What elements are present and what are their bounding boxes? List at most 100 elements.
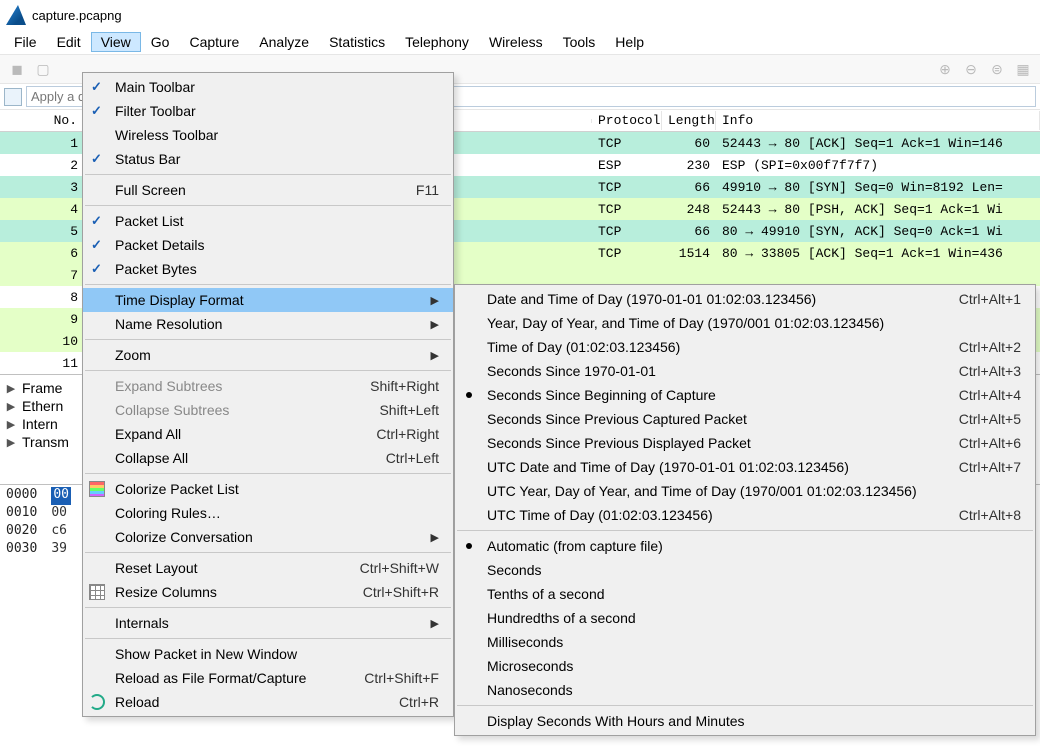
resize-columns-icon[interactable]: ▦ bbox=[1012, 58, 1034, 80]
menu-item[interactable]: Time Display Format▶ bbox=[83, 288, 453, 312]
colorize-icon bbox=[89, 481, 105, 497]
menu-item[interactable]: Microseconds bbox=[455, 654, 1035, 678]
menu-item-label: Wireless Toolbar bbox=[115, 127, 218, 143]
menu-edit[interactable]: Edit bbox=[47, 32, 91, 52]
expand-icon[interactable]: ▶ bbox=[6, 400, 16, 413]
menu-item[interactable]: Colorize Packet List bbox=[83, 477, 453, 501]
menu-item-label: Year, Day of Year, and Time of Day (1970… bbox=[487, 315, 884, 331]
menu-item[interactable]: Seconds bbox=[455, 558, 1035, 582]
menu-item[interactable]: UTC Time of Day (01:02:03.123456)Ctrl+Al… bbox=[455, 503, 1035, 527]
menu-item[interactable]: Seconds Since 1970-01-01 Ctrl+Alt+3 bbox=[455, 359, 1035, 383]
menu-capture[interactable]: Capture bbox=[179, 32, 249, 52]
cell-no: 11 bbox=[0, 354, 84, 373]
toolbar-button[interactable]: ▢ bbox=[32, 58, 54, 80]
menu-help[interactable]: Help bbox=[605, 32, 654, 52]
check-icon: ✓ bbox=[91, 151, 102, 167]
check-icon: ✓ bbox=[91, 261, 102, 277]
menu-shortcut: Ctrl+Right bbox=[336, 426, 439, 442]
cell-info: 52443 → 80 [PSH, ACK] Seq=1 Ack=1 Wi bbox=[716, 200, 1040, 219]
menu-item[interactable]: Display Seconds With Hours and Minutes bbox=[455, 709, 1035, 733]
menu-item[interactable]: Show Packet in New Window bbox=[83, 642, 453, 666]
column-header-length[interactable]: Length bbox=[662, 111, 716, 130]
menu-shortcut: Ctrl+Shift+F bbox=[324, 670, 439, 686]
menu-item[interactable]: UTC Year, Day of Year, and Time of Day (… bbox=[455, 479, 1035, 503]
menu-separator bbox=[85, 284, 451, 285]
menu-statistics[interactable]: Statistics bbox=[319, 32, 395, 52]
cell-proto: TCP bbox=[592, 134, 662, 153]
menu-wireless[interactable]: Wireless bbox=[479, 32, 553, 52]
menu-item[interactable]: ✓Packet Bytes bbox=[83, 257, 453, 281]
column-header-info[interactable]: Info bbox=[716, 111, 1040, 130]
menu-item-label: Expand All bbox=[115, 426, 181, 442]
menu-item[interactable]: ✓Main Toolbar bbox=[83, 75, 453, 99]
filter-bookmark-icon[interactable] bbox=[4, 88, 22, 106]
menu-item[interactable]: Coloring Rules… bbox=[83, 501, 453, 525]
cell-proto: TCP bbox=[592, 244, 662, 263]
menu-item-label: UTC Date and Time of Day (1970-01-01 01:… bbox=[487, 459, 849, 475]
menu-item[interactable]: Date and Time of Day (1970-01-01 01:02:0… bbox=[455, 287, 1035, 311]
zoom-reset-icon[interactable]: ⊜ bbox=[986, 58, 1008, 80]
column-header-protocol[interactable]: Protocol bbox=[592, 111, 662, 130]
menu-item-label: Collapse All bbox=[115, 450, 188, 466]
menu-analyze[interactable]: Analyze bbox=[249, 32, 319, 52]
menu-item[interactable]: UTC Date and Time of Day (1970-01-01 01:… bbox=[455, 455, 1035, 479]
menu-tools[interactable]: Tools bbox=[553, 32, 606, 52]
menu-item-label: Colorize Conversation bbox=[115, 529, 253, 545]
menu-item-label: Seconds Since 1970-01-01 bbox=[487, 363, 656, 379]
menu-item[interactable]: Reset LayoutCtrl+Shift+W bbox=[83, 556, 453, 580]
menu-item[interactable]: Seconds Since Previous Captured PacketCt… bbox=[455, 407, 1035, 431]
menu-item-label: Main Toolbar bbox=[115, 79, 195, 95]
menu-item[interactable]: ReloadCtrl+R bbox=[83, 690, 453, 714]
menu-item[interactable]: Colorize Conversation▶ bbox=[83, 525, 453, 549]
menu-item[interactable]: Name Resolution▶ bbox=[83, 312, 453, 336]
menu-shortcut: Ctrl+Alt+3 bbox=[919, 363, 1021, 379]
submenu-arrow-icon: ▶ bbox=[391, 349, 439, 362]
menu-shortcut: Ctrl+R bbox=[359, 694, 439, 710]
menu-item[interactable]: ✓Status Bar bbox=[83, 147, 453, 171]
menu-telephony[interactable]: Telephony bbox=[395, 32, 479, 52]
menu-item[interactable]: Internals▶ bbox=[83, 611, 453, 635]
zoom-out-icon[interactable]: ⊖ bbox=[960, 58, 982, 80]
menu-item-label: Microseconds bbox=[487, 658, 573, 674]
zoom-in-icon[interactable]: ⊕ bbox=[934, 58, 956, 80]
hex-offset: 0010 bbox=[6, 505, 37, 523]
menu-item[interactable]: Seconds Since Previous Displayed PacketC… bbox=[455, 431, 1035, 455]
menu-item[interactable]: Seconds Since Beginning of CaptureCtrl+A… bbox=[455, 383, 1035, 407]
menu-view[interactable]: View bbox=[91, 32, 141, 52]
menu-item[interactable]: Expand All Ctrl+Right bbox=[83, 422, 453, 446]
window-title: capture.pcapng bbox=[32, 8, 122, 23]
menu-file[interactable]: File bbox=[4, 32, 47, 52]
resize-icon bbox=[89, 584, 105, 600]
menu-item[interactable]: Hundredths of a second bbox=[455, 606, 1035, 630]
menu-item[interactable]: ✓Packet Details bbox=[83, 233, 453, 257]
menu-item[interactable]: ✓Filter Toolbar bbox=[83, 99, 453, 123]
menu-item[interactable]: Tenths of a second bbox=[455, 582, 1035, 606]
menu-shortcut: Ctrl+Alt+5 bbox=[919, 411, 1021, 427]
menu-item[interactable]: Time of Day (01:02:03.123456)Ctrl+Alt+2 bbox=[455, 335, 1035, 359]
menu-item-label: Reset Layout bbox=[115, 560, 198, 576]
menu-item[interactable]: Reload as File Format/CaptureCtrl+Shift+… bbox=[83, 666, 453, 690]
toolbar-button[interactable]: ◼ bbox=[6, 58, 28, 80]
expand-icon[interactable]: ▶ bbox=[6, 382, 16, 395]
menu-item[interactable]: Automatic (from capture file) bbox=[455, 534, 1035, 558]
menu-go[interactable]: Go bbox=[141, 32, 180, 52]
menu-item[interactable]: Year, Day of Year, and Time of Day (1970… bbox=[455, 311, 1035, 335]
menu-separator bbox=[85, 638, 451, 639]
menu-item[interactable]: Milliseconds bbox=[455, 630, 1035, 654]
menu-item[interactable]: Wireless Toolbar bbox=[83, 123, 453, 147]
expand-icon[interactable]: ▶ bbox=[6, 418, 16, 431]
menu-item[interactable]: Collapse AllCtrl+Left bbox=[83, 446, 453, 470]
menu-item[interactable]: ✓Packet List bbox=[83, 209, 453, 233]
menu-item[interactable]: Resize ColumnsCtrl+Shift+R bbox=[83, 580, 453, 604]
cell-no: 6 bbox=[0, 244, 84, 263]
expand-icon[interactable]: ▶ bbox=[6, 436, 16, 449]
menu-item[interactable]: Zoom▶ bbox=[83, 343, 453, 367]
cell-len: 230 bbox=[662, 156, 716, 175]
check-icon: ✓ bbox=[91, 103, 102, 119]
menu-item[interactable]: Nanoseconds bbox=[455, 678, 1035, 702]
cell-proto: TCP bbox=[592, 178, 662, 197]
menu-item[interactable]: Full ScreenF11 bbox=[83, 178, 453, 202]
cell-no: 9 bbox=[0, 310, 84, 329]
column-header-no[interactable]: No. bbox=[0, 111, 84, 130]
cell-len: 60 bbox=[662, 134, 716, 153]
